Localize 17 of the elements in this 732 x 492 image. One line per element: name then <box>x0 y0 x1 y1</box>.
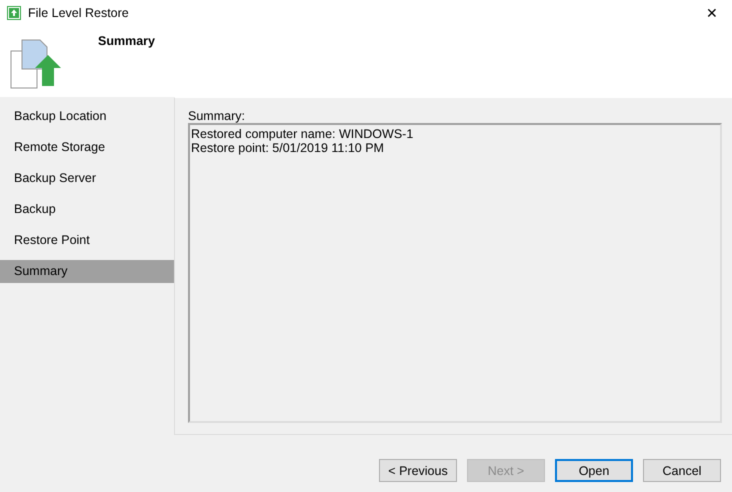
sidebar-item[interactable]: Restore Point <box>0 225 174 256</box>
summary-line: Restore point: 5/01/2019 11:10 PM <box>191 141 385 155</box>
summary-line: Restored computer name: WINDOWS-1 <box>191 127 414 141</box>
dialog-button[interactable]: Cancel <box>643 459 721 482</box>
sidebar-item[interactable]: Backup Location <box>0 101 174 132</box>
app-icon <box>7 6 21 20</box>
page-title: Summary <box>98 34 155 50</box>
dialog-button[interactable]: Open <box>555 459 633 482</box>
sidebar-item[interactable]: Backup Server <box>0 163 174 194</box>
sidebar-item[interactable]: Backup <box>0 194 174 225</box>
sidebar-item[interactable]: Remote Storage <box>0 132 174 163</box>
summary-field[interactable]: Restored computer name: WINDOWS-1 Restore point: 5/01/2019 11:10 PM <box>188 123 722 423</box>
close-button[interactable]: ✕ <box>692 5 732 21</box>
window-title: File Level Restore <box>28 6 130 20</box>
sidebar-item[interactable]: Summary <box>0 260 174 283</box>
dialog-button[interactable]: < Previous <box>379 459 457 482</box>
summary-label: Summary: <box>188 109 246 123</box>
